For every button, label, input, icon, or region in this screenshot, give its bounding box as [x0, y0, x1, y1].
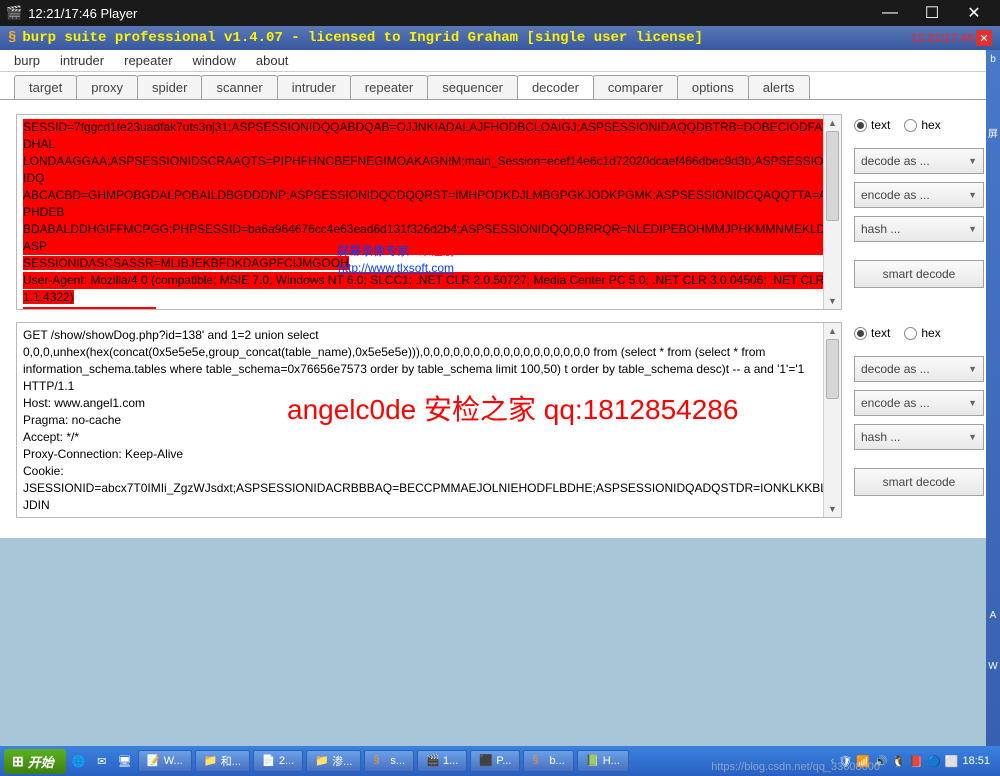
csdn-watermark: https://blog.csdn.net/qq_33608000 [711, 761, 880, 773]
menu-intruder[interactable]: intruder [52, 51, 112, 70]
angelcode-watermark: angelc0de 安检之家 qq:1812854286 [287, 401, 738, 418]
encode-as-1[interactable]: encode as ... [854, 182, 984, 208]
recorder-watermark: 屏幕录像专家 未注册 http://www.tlxsoft.com [337, 243, 455, 277]
tabbar: target proxy spider scanner intruder rep… [0, 72, 1000, 100]
minimize-button[interactable]: — [870, 1, 910, 25]
tray-icon[interactable]: ⬜ [945, 755, 959, 768]
smart-decode-2[interactable]: smart decode [854, 468, 984, 496]
scroll-thumb[interactable] [826, 339, 839, 399]
tab-spider[interactable]: spider [137, 75, 202, 99]
menu-about[interactable]: about [248, 51, 297, 70]
tab-target[interactable]: target [14, 75, 77, 99]
input-pane-2[interactable]: GET /show/showDog.php?id=138' and 1=2 un… [16, 322, 842, 518]
burp-title-text: burp suite professional v1.4.07 - licens… [22, 30, 703, 46]
scroll-up-icon[interactable]: ▲ [824, 115, 841, 131]
scroll-thumb[interactable] [826, 131, 839, 221]
menu-repeater[interactable]: repeater [116, 51, 180, 70]
tray-icon[interactable]: 📕 [909, 755, 923, 768]
player-titlebar: 🎬 12:21/17:46 Player — ☐ ✕ [0, 0, 1000, 26]
radio-icon [854, 327, 867, 340]
tab-decoder[interactable]: decoder [517, 75, 594, 99]
close-button[interactable]: ✕ [954, 1, 994, 25]
task-item[interactable]: 📄2... [253, 750, 303, 772]
radio-hex-2[interactable]: hex [904, 326, 940, 340]
right-edge-strip: b屏AW [986, 50, 1000, 746]
controls-2: text hex decode as ... encode as ... has… [854, 322, 984, 518]
scroll-down-icon[interactable]: ▼ [824, 293, 841, 309]
radio-icon [904, 119, 917, 132]
task-item[interactable]: 🎬1... [417, 750, 467, 772]
tray-icon[interactable]: 🔵 [927, 755, 941, 768]
scroll-down-icon[interactable]: ▼ [824, 501, 841, 517]
burp-titlebar: § burp suite professional v1.4.07 - lice… [0, 26, 1000, 50]
menu-burp[interactable]: burp [6, 51, 48, 70]
task-item[interactable]: ⬛P... [470, 750, 520, 772]
scroll-up-icon[interactable]: ▲ [824, 323, 841, 339]
timestamp-overlay: 12.21/17.46 ✕ [911, 30, 992, 46]
tab-comparer[interactable]: comparer [593, 75, 678, 99]
scrollbar-1[interactable]: ▲ ▼ [823, 115, 841, 309]
encode-as-2[interactable]: encode as ... [854, 390, 984, 416]
decoder-content: SESSID=7fggcd1te23uadfak7uts3nj31;ASPSES… [0, 100, 1000, 538]
maximize-button[interactable]: ☐ [912, 1, 952, 25]
controls-1: text hex decode as ... encode as ... has… [854, 114, 984, 310]
scrollbar-2[interactable]: ▲ ▼ [823, 323, 841, 517]
window-controls: — ☐ ✕ [870, 1, 994, 25]
quick-launch-ie-icon[interactable]: 🌐 [69, 751, 89, 771]
start-button[interactable]: 开始 [4, 749, 66, 774]
tab-options[interactable]: options [677, 75, 749, 99]
tab-repeater[interactable]: repeater [350, 75, 428, 99]
tab-proxy[interactable]: proxy [76, 75, 138, 99]
input-pane-1[interactable]: SESSID=7fggcd1te23uadfak7uts3nj31;ASPSES… [16, 114, 842, 310]
tray-time: 18:51 [962, 755, 990, 767]
hash-1[interactable]: hash ... [854, 216, 984, 242]
task-item[interactable]: §s... [364, 750, 414, 772]
smart-decode-1[interactable]: smart decode [854, 260, 984, 288]
tray-icon[interactable]: 🐧 [892, 755, 906, 768]
quick-launch-mail-icon[interactable]: ✉ [92, 751, 112, 771]
close-overlay-icon[interactable]: ✕ [976, 30, 992, 46]
menu-window[interactable]: window [185, 51, 244, 70]
radio-icon [854, 119, 867, 132]
decode-as-1[interactable]: decode as ... [854, 148, 984, 174]
menubar: burp intruder repeater window about [0, 50, 1000, 72]
hash-2[interactable]: hash ... [854, 424, 984, 450]
task-item[interactable]: 📁渗... [306, 750, 361, 772]
task-item[interactable]: 📗H... [577, 750, 629, 772]
task-item[interactable]: 📝W... [138, 750, 192, 772]
radio-icon [904, 327, 917, 340]
player-icon: 🎬 [6, 5, 22, 21]
decode-as-2[interactable]: decode as ... [854, 356, 984, 382]
task-item[interactable]: §b... [523, 750, 573, 772]
player-title: 12:21/17:46 Player [28, 6, 137, 21]
radio-text-1[interactable]: text [854, 118, 890, 132]
burp-icon: § [8, 30, 16, 46]
tab-scanner[interactable]: scanner [201, 75, 277, 99]
radio-text-2[interactable]: text [854, 326, 890, 340]
tab-intruder[interactable]: intruder [277, 75, 351, 99]
radio-hex-1[interactable]: hex [904, 118, 940, 132]
tab-alerts[interactable]: alerts [748, 75, 810, 99]
tab-sequencer[interactable]: sequencer [427, 75, 518, 99]
task-item[interactable]: 📁和... [195, 750, 250, 772]
quick-launch-desktop-icon[interactable]: 🖥 [115, 751, 135, 771]
